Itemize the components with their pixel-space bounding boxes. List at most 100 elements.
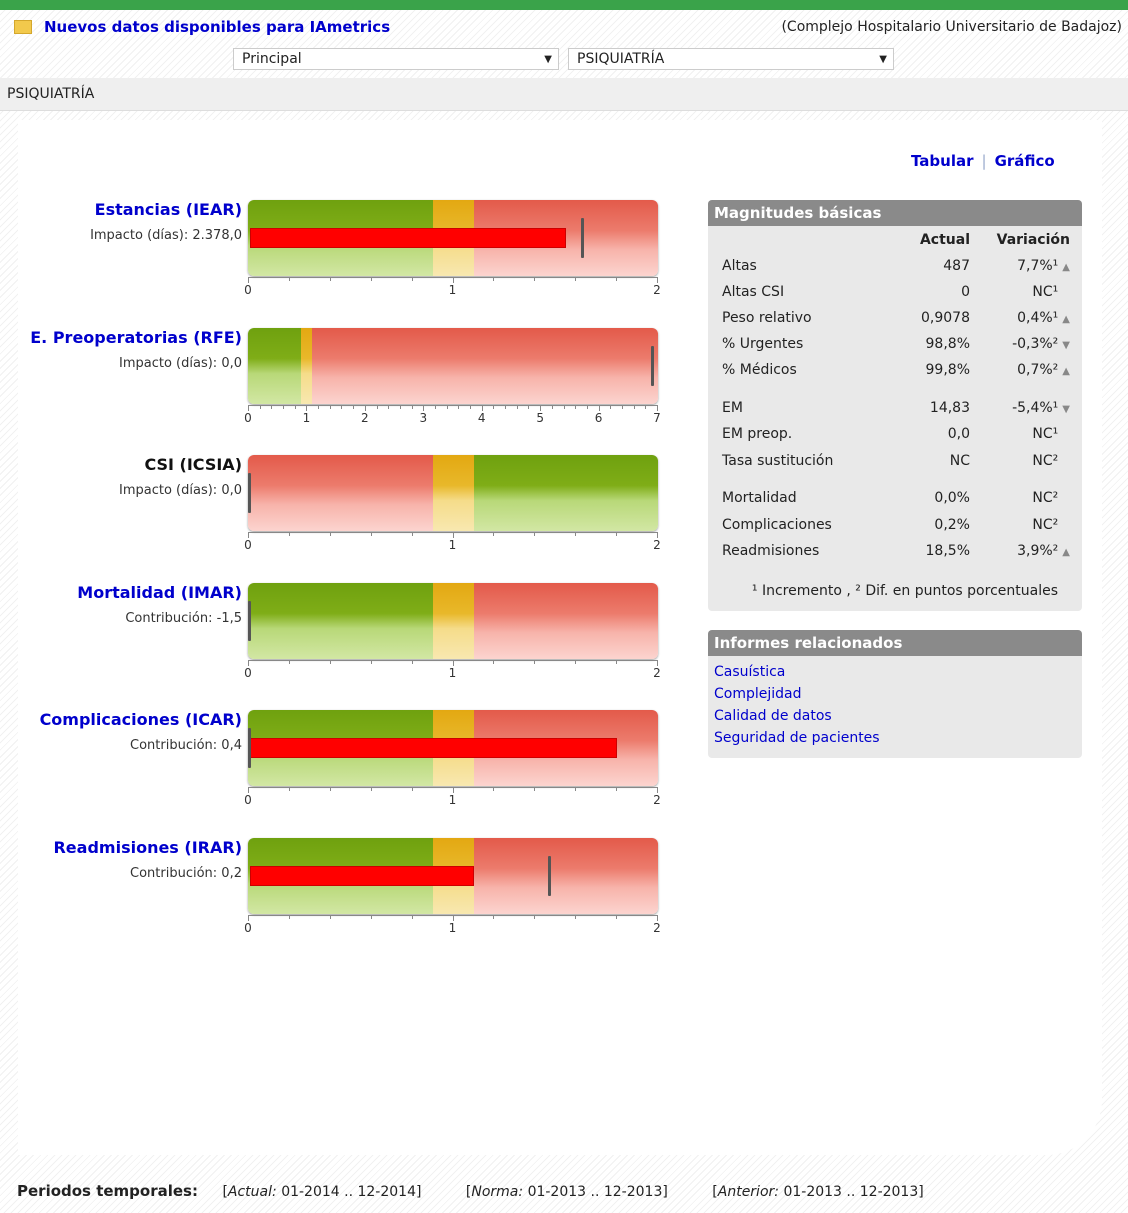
magnitude-variation: 0,7%² ▲	[1017, 362, 1070, 378]
magnitude-label: Altas CSI	[722, 284, 785, 300]
new-data-link[interactable]: Nuevos datos disponibles para IAmetrics	[14, 18, 390, 36]
magnitude-row: Readmisiones 18,5% 3,9%² ▲	[708, 543, 1082, 565]
magnitude-label: Mortalidad	[722, 490, 797, 506]
related-report-link[interactable]: Seguridad de pacientes	[714, 730, 1082, 746]
view-select-value: Principal	[242, 51, 302, 67]
yellow-zone	[300, 327, 313, 404]
reference-marker	[248, 728, 251, 768]
indicator-title[interactable]: E. Preoperatorias (RFE)	[30, 328, 242, 347]
axis-tick-label: 2	[653, 283, 661, 297]
magnitude-actual: 14,83	[929, 400, 970, 416]
related-reports-title: Informes relacionados	[708, 630, 1082, 656]
axis-tick-label: 1	[448, 283, 457, 297]
view-select[interactable]: Principal ▼	[233, 48, 559, 70]
related-report-link[interactable]: Calidad de datos	[714, 708, 1082, 724]
chevron-down-icon: ▼	[879, 54, 887, 65]
magnitude-row: EM 14,83 -5,4%¹ ▼	[708, 400, 1082, 422]
reference-marker	[581, 218, 585, 258]
reference-marker	[651, 345, 655, 386]
tabular-link[interactable]: Tabular	[911, 152, 974, 170]
magnitude-actual: 0,9078	[921, 310, 970, 326]
period-norma: [Norma: 01-2013 .. 12-2013]	[465, 1184, 668, 1200]
trend-icon: ▲	[1062, 314, 1070, 325]
axis-tick-label: 0	[244, 410, 252, 425]
period-anterior: [Anterior: 01-2013 .. 12-2013]	[712, 1184, 924, 1200]
trend-icon: ▼	[1062, 404, 1070, 415]
indicator-gauge	[248, 455, 658, 531]
magnitude-variation: NC²▲	[1032, 453, 1059, 469]
hospital-name: (Complejo Hospitalario Universitario de …	[781, 19, 1122, 35]
time-periods: Periodos temporales: [Actual: 01-2014 ..…	[17, 1182, 964, 1200]
gauge-axis: 0 1 2	[244, 914, 661, 935]
chevron-down-icon: ▼	[544, 54, 552, 65]
gauge-axis: 0 1 2	[244, 277, 661, 297]
magnitude-row: Complicaciones 0,2% NC²▲	[708, 517, 1082, 539]
trend-icon: ▲	[1062, 262, 1070, 273]
axis-tick-label: 1	[448, 920, 457, 935]
indicator-gauge	[248, 582, 658, 659]
magnitude-row: % Urgentes 98,8% -0,3%² ▼	[708, 336, 1082, 358]
magnitude-row: Tasa sustitución NC NC²▲	[708, 453, 1082, 475]
magnitude-actual: 99,8%	[925, 362, 970, 378]
top-accent-bar	[0, 0, 1128, 10]
trend-icon: ▼	[1062, 340, 1070, 351]
axis-tick-label: 0	[244, 538, 252, 552]
section-title: PSIQUIATRÍA	[7, 86, 95, 102]
magnitude-variation: 3,9%² ▲	[1017, 543, 1070, 559]
reference-marker	[248, 600, 251, 641]
axis-tick-label: 0	[244, 920, 252, 935]
magnitude-variation: -0,3%² ▼	[1012, 336, 1070, 352]
magnitudes-footnote: ¹ Incremento , ² Dif. en puntos porcentu…	[751, 583, 1058, 599]
axis-tick-label: 2	[361, 410, 369, 425]
related-report-link[interactable]: Complejidad	[714, 686, 1082, 702]
axis-tick-label: 2	[653, 538, 661, 552]
period-actual: [Actual: 01-2014 .. 12-2014]	[222, 1184, 422, 1200]
service-select-value: PSIQUIATRÍA	[577, 51, 665, 67]
magnitude-row: Altas 487 7,7%¹ ▲	[708, 258, 1082, 280]
grafico-link[interactable]: Gráfico	[995, 152, 1055, 170]
related-report-link[interactable]: Casuística	[714, 664, 1082, 680]
indicator-title: CSI (ICSIA)	[144, 455, 242, 474]
magnitude-row: Altas CSI 0 NC¹▲	[708, 284, 1082, 306]
magnitude-actual: NC	[949, 453, 970, 469]
indicator-subtitle: Contribución: 0,4	[130, 738, 242, 753]
axis-tick-label: 1	[448, 538, 457, 552]
indicator-subtitle: Contribución: 0,2	[130, 865, 242, 881]
magnitude-label: Complicaciones	[722, 517, 832, 533]
indicator-title[interactable]: Estancias (IEAR)	[95, 200, 242, 219]
service-select[interactable]: PSIQUIATRÍA ▼	[568, 48, 894, 70]
red-zone	[312, 327, 658, 404]
axis-tick-label: 0	[244, 793, 252, 807]
periods-label: Periodos temporales:	[17, 1182, 198, 1200]
indicator-subtitle: Contribución: -1,5	[125, 610, 242, 626]
reference-marker	[548, 855, 552, 896]
magnitude-variation: -5,4%¹ ▼	[1012, 400, 1070, 416]
axis-tick-label: 1	[448, 665, 457, 680]
indicator-gauge	[248, 837, 658, 914]
indicator-title[interactable]: Readmisiones (IRAR)	[53, 838, 242, 857]
magnitude-label: % Médicos	[722, 362, 797, 378]
red-zone	[473, 582, 658, 659]
col-variacion: Variación	[996, 232, 1070, 248]
axis-tick-label: 0	[244, 283, 252, 297]
red-zone	[248, 455, 433, 531]
indicator-subtitle: Impacto (días): 0,0	[119, 483, 242, 498]
gauge-axis: 0 1 2	[244, 787, 661, 807]
magnitude-label: Peso relativo	[722, 310, 812, 326]
axis-tick-label: 3	[419, 410, 428, 425]
reference-marker	[248, 473, 251, 513]
magnitude-actual: 487	[943, 258, 970, 274]
magnitude-actual: 0,0	[947, 426, 970, 442]
magnitude-variation: NC²▲	[1032, 517, 1059, 533]
indicator-gauge	[248, 200, 658, 276]
trend-icon: ▲	[1062, 366, 1070, 377]
magnitude-variation: NC¹▲	[1032, 426, 1059, 442]
magnitude-actual: 18,5%	[925, 543, 970, 559]
indicator-title[interactable]: Complicaciones (ICAR)	[40, 710, 242, 729]
axis-tick-label: 0	[244, 665, 252, 680]
magnitude-actual: 0,0%	[934, 490, 970, 506]
indicator-title[interactable]: Mortalidad (IMAR)	[77, 583, 242, 602]
yellow-zone	[432, 455, 474, 531]
axis-tick-label: 1	[448, 793, 457, 807]
magnitude-actual: 0,2%	[934, 517, 970, 533]
